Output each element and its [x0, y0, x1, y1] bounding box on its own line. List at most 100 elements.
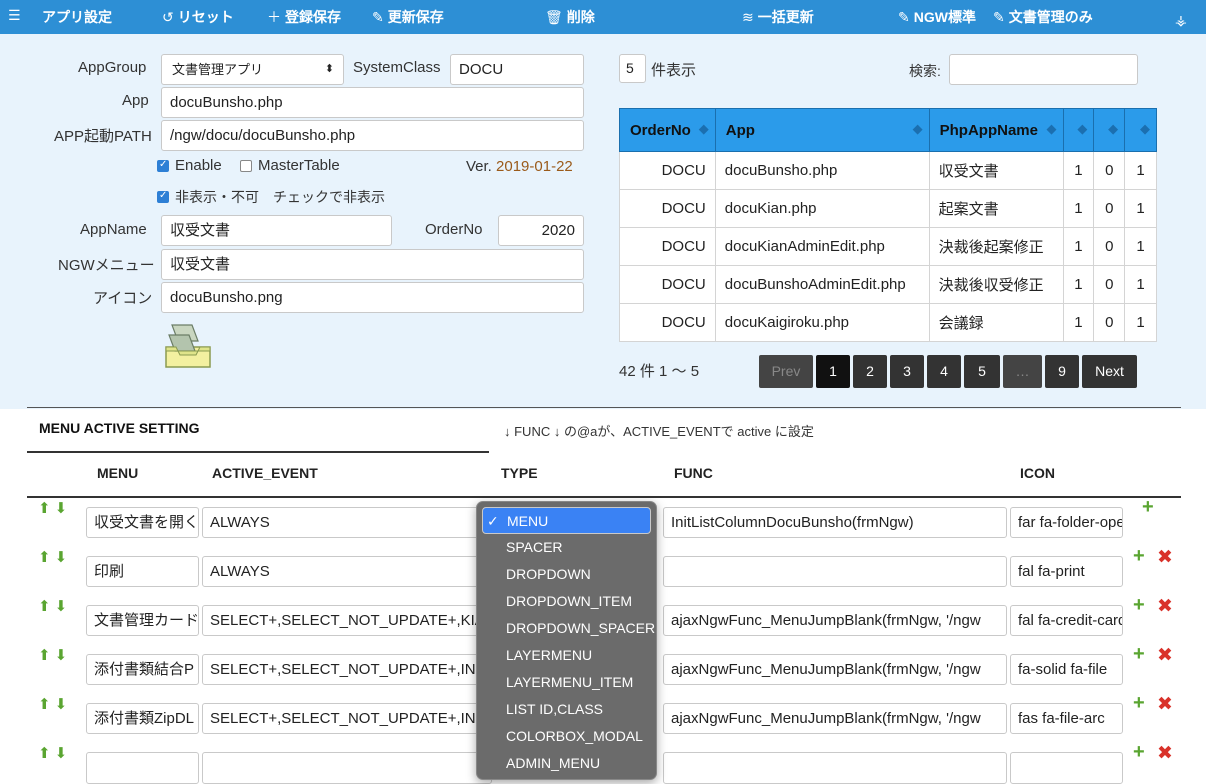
move-arrows[interactable]: ⬆⬇ [38, 646, 71, 664]
move-arrows[interactable]: ⬆⬇ [38, 695, 71, 713]
type-option-list-id-class[interactable]: LIST ID,CLASS [482, 696, 651, 723]
search-input[interactable] [949, 54, 1138, 85]
appgroup-select[interactable]: 文書管理アプリ ⬍ [161, 54, 344, 85]
hamburger-menu-button[interactable]: ☰ [8, 7, 21, 24]
pagination-page[interactable]: 4 [927, 355, 961, 388]
mastertable-checkbox[interactable]: MasterTable [240, 157, 340, 174]
func-input[interactable]: ajaxNgwFunc_MenuJumpBlank(frmNgw, '/ngw [663, 654, 1007, 685]
delete-row-icon[interactable]: ✖ [1157, 742, 1173, 765]
tab-menu-active-setting[interactable]: MENU ACTIVE SETTING [39, 420, 200, 436]
menu-input[interactable]: 印刷 [86, 556, 199, 587]
col-orderno[interactable]: OrderNo ◆ [619, 108, 716, 152]
app-settings-button[interactable]: アプリ設定 [42, 7, 112, 27]
arrow-up-icon[interactable]: ⬆ [38, 647, 55, 664]
type-option-admin-menu[interactable]: ADMIN_MENU [482, 750, 651, 777]
arrow-down-icon[interactable]: ⬇ [55, 500, 72, 517]
enable-checkbox[interactable]: Enable [157, 157, 222, 174]
delete-button[interactable]: 🗑 削除 [545, 7, 595, 27]
func-input[interactable]: InitListColumnDocuBunsho(frmNgw) [663, 507, 1007, 538]
table-row[interactable]: DOCU docuBunsho.php 収受文書 1 0 1 [619, 151, 1157, 190]
register-save-button[interactable]: ＋登録保存 [267, 7, 341, 27]
arrow-down-icon[interactable]: ⬇ [55, 549, 72, 566]
table-row[interactable]: DOCU docuBunshoAdminEdit.php 決裁後収受修正 1 0 1 [619, 265, 1157, 304]
active-event-input[interactable]: ALWAYS [202, 556, 492, 587]
doc-only-button[interactable]: ✎ 文書管理のみ [993, 7, 1093, 27]
appname-input[interactable]: 収受文書 [161, 215, 392, 246]
arrow-up-icon[interactable]: ⬆ [38, 500, 55, 517]
systemclass-input[interactable]: DOCU [450, 54, 584, 85]
arrow-down-icon[interactable]: ⬇ [55, 647, 72, 664]
pagination-page[interactable]: 3 [890, 355, 924, 388]
pagination-page[interactable]: 5 [964, 355, 1000, 388]
table-row[interactable]: DOCU docuKian.php 起案文書 1 0 1 [619, 189, 1157, 228]
move-arrows[interactable]: ⬆⬇ [38, 744, 71, 762]
pagination-page[interactable]: 1 [816, 355, 850, 388]
table-row[interactable]: DOCU docuKianAdminEdit.php 決裁後起案修正 1 0 1 [619, 227, 1157, 266]
orderno-input[interactable]: 2020 [498, 215, 584, 246]
func-input[interactable] [663, 752, 1007, 784]
col-flag2[interactable]: ◆ [1093, 108, 1126, 152]
icon-class-input[interactable] [1010, 752, 1123, 784]
type-option-dropdown[interactable]: DROPDOWN [482, 561, 651, 588]
add-row-icon[interactable]: + [1133, 741, 1145, 764]
delete-row-icon[interactable]: ✖ [1157, 693, 1173, 716]
move-arrows[interactable]: ⬆⬇ [38, 548, 71, 566]
icon-class-input[interactable]: fas fa-file-arc [1010, 703, 1123, 734]
arrow-down-icon[interactable]: ⬇ [55, 696, 72, 713]
add-row-icon[interactable]: + [1133, 643, 1145, 666]
menu-input[interactable] [86, 752, 199, 784]
update-save-button[interactable]: ✎ 更新保存 [372, 7, 444, 27]
pagination-next[interactable]: Next [1082, 355, 1137, 388]
arrow-up-icon[interactable]: ⬆ [38, 549, 55, 566]
type-option-spacer[interactable]: SPACER [482, 534, 651, 561]
ngwmenu-input[interactable]: 収受文書 [161, 249, 584, 280]
icon-class-input[interactable]: fal fa-credit-card [1010, 605, 1123, 636]
app-input[interactable]: docuBunsho.php [161, 87, 584, 118]
func-input[interactable]: ajaxNgwFunc_MenuJumpBlank(frmNgw, '/ngw [663, 605, 1007, 636]
add-row-icon[interactable]: + [1133, 594, 1145, 617]
table-row[interactable]: DOCU docuKaigiroku.php 会議録 1 0 1 [619, 303, 1157, 342]
icon-class-input[interactable]: fal fa-print [1010, 556, 1123, 587]
arrow-down-icon[interactable]: ⬇ [55, 745, 72, 762]
delete-row-icon[interactable]: ✖ [1157, 644, 1173, 667]
hidden-checkbox[interactable]: 非表示・不可 チェックで非表示 [157, 187, 385, 207]
move-arrows[interactable]: ⬆⬇ [38, 597, 71, 615]
delete-row-icon[interactable]: ✖ [1157, 595, 1173, 618]
type-option-menu[interactable]: ✓ MENU [482, 507, 651, 534]
active-event-input[interactable]: SELECT+,SELECT_NOT_UPDATE+,INS [202, 654, 492, 685]
col-flag1[interactable]: ◆ [1062, 108, 1095, 152]
active-event-input[interactable]: SELECT+,SELECT_NOT_UPDATE+,KIAN [202, 605, 492, 636]
sitemap-button[interactable]: ⚶ [1175, 12, 1187, 29]
type-option-colorbox-modal[interactable]: COLORBOX_MODAL [482, 723, 651, 750]
menu-input[interactable]: 添付書類結合P [86, 654, 199, 685]
col-phpappname[interactable]: PhpAppName ◆ [928, 108, 1064, 152]
page-size-select[interactable]: 5 [619, 54, 646, 83]
arrow-up-icon[interactable]: ⬆ [38, 745, 55, 762]
col-app[interactable]: App ◆ [714, 108, 930, 152]
active-event-input[interactable] [202, 752, 492, 784]
add-row-icon[interactable]: + [1142, 496, 1154, 519]
func-input[interactable]: ajaxNgwFunc_MenuJumpBlank(frmNgw, '/ngw [663, 703, 1007, 734]
move-arrows[interactable]: ⬆⬇ [38, 499, 71, 517]
active-event-input[interactable]: ALWAYS [202, 507, 492, 538]
arrow-up-icon[interactable]: ⬆ [38, 696, 55, 713]
type-option-dropdown-spacer[interactable]: DROPDOWN_SPACER [482, 615, 655, 642]
menu-input[interactable]: 添付書類ZipDL [86, 703, 199, 734]
icon-class-input[interactable]: far fa-folder-open [1010, 507, 1123, 538]
func-input[interactable] [663, 556, 1007, 587]
arrow-down-icon[interactable]: ⬇ [55, 598, 72, 615]
icon-class-input[interactable]: fa-solid fa-file [1010, 654, 1123, 685]
bulk-update-button[interactable]: ≋ 一括更新 [742, 7, 814, 27]
menu-input[interactable]: 文書管理カード [86, 605, 199, 636]
path-input[interactable]: /ngw/docu/docuBunsho.php [161, 120, 584, 151]
reset-button[interactable]: ↺ リセット [162, 7, 234, 27]
add-row-icon[interactable]: + [1133, 692, 1145, 715]
add-row-icon[interactable]: + [1133, 545, 1145, 568]
type-option-layermenu[interactable]: LAYERMENU [482, 642, 651, 669]
col-flag3[interactable]: ◆ [1124, 108, 1157, 152]
pagination-page[interactable]: 9 [1045, 355, 1079, 388]
active-event-input[interactable]: SELECT+,SELECT_NOT_UPDATE+,INS [202, 703, 492, 734]
type-option-dropdown-item[interactable]: DROPDOWN_ITEM [482, 588, 651, 615]
ngw-standard-button[interactable]: ✎ NGW標準 [898, 7, 976, 27]
type-option-layermenu-item[interactable]: LAYERMENU_ITEM [482, 669, 651, 696]
